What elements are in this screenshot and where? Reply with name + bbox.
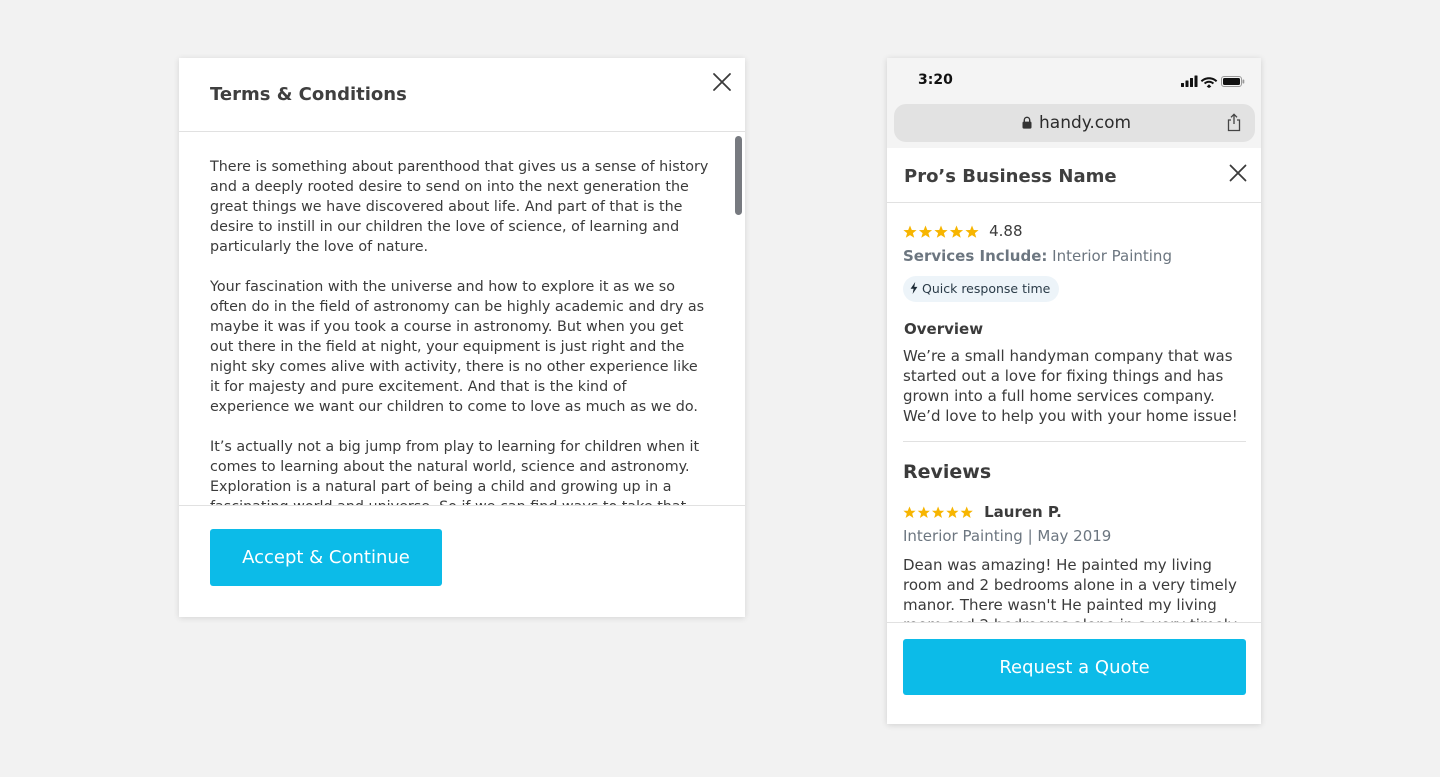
address-bar[interactable]: handy.com: [894, 104, 1255, 142]
status-icons: [1181, 74, 1245, 88]
reviews-heading: Reviews: [903, 461, 992, 483]
terms-modal: Terms & Conditions There is something ab…: [179, 58, 745, 617]
services-line: Services Include: Interior Painting: [903, 247, 1172, 265]
star-icon: [960, 506, 973, 518]
overview-text: We’re a small handyman company that was …: [903, 347, 1238, 425]
terms-modal-header: Terms & Conditions: [179, 58, 745, 132]
services-value: Interior Painting: [1047, 247, 1172, 265]
star-rating: [903, 221, 980, 240]
url-text: handy.com: [1039, 113, 1132, 133]
close-icon[interactable]: [1228, 163, 1248, 183]
star-icon: [965, 225, 979, 238]
share-icon[interactable]: [1226, 113, 1242, 132]
accept-continue-button[interactable]: Accept & Continue: [210, 529, 442, 586]
star-icon: [949, 225, 964, 238]
overview-heading: Overview: [904, 320, 984, 338]
star-icon: [917, 506, 930, 518]
terms-scroll-area[interactable]: There is something about parenthood that…: [179, 132, 745, 505]
terms-modal-title: Terms & Conditions: [210, 84, 407, 105]
terms-modal-footer: Accept & Continue: [179, 505, 745, 617]
status-time: 3:20: [918, 72, 953, 88]
browser-chrome: 3:20 handy.com: [887, 58, 1261, 148]
services-label: Services Include:: [903, 247, 1048, 265]
quick-response-badge: Quick response time: [903, 276, 1060, 302]
request-quote-button[interactable]: Request a Quote: [903, 639, 1246, 695]
pro-business-name: Pro’s Business Name: [904, 166, 1117, 187]
rating-value: 4.88: [989, 221, 1023, 240]
phone-footer: Request a Quote: [887, 622, 1261, 724]
reviewer-name: Lauren P.: [984, 502, 1062, 521]
badge-label: Quick response time: [922, 281, 1051, 296]
star-icon: [918, 225, 933, 238]
battery-icon: [1221, 76, 1245, 87]
star-icon: [932, 506, 945, 518]
star-icon: [903, 506, 916, 518]
divider: [903, 441, 1246, 442]
phone-frame: 3:20 handy.com Pro’s Business Name 4.88 …: [887, 58, 1261, 724]
review-star-rating: [903, 502, 974, 521]
pro-profile-content[interactable]: 4.88 Services Include: Interior Painting…: [887, 203, 1261, 622]
star-icon: [903, 225, 917, 238]
terms-paragraph: There is something about parenthood that…: [210, 159, 709, 255]
star-icon: [946, 506, 959, 518]
lock-icon: [1022, 116, 1032, 129]
star-icon: [934, 225, 948, 238]
terms-paragraph: Your fascination with the universe and h…: [210, 279, 705, 415]
wifi-icon: [1200, 77, 1218, 88]
review-header: Lauren P.: [903, 501, 1062, 521]
pro-header: Pro’s Business Name: [887, 148, 1261, 203]
terms-paragraph: It’s actually not a big jump from play t…: [210, 439, 700, 505]
lightning-bolt-icon: [910, 282, 918, 294]
signal-icon: [1181, 75, 1198, 87]
review-meta: Interior Painting | May 2019: [903, 527, 1112, 545]
rating-row: 4.88: [903, 220, 1023, 240]
close-icon[interactable]: [711, 71, 733, 93]
review-text: Dean was amazing! He painted my living r…: [903, 556, 1237, 622]
terms-text: There is something about parenthood that…: [210, 157, 710, 505]
scrollbar-thumb[interactable]: [735, 136, 742, 215]
